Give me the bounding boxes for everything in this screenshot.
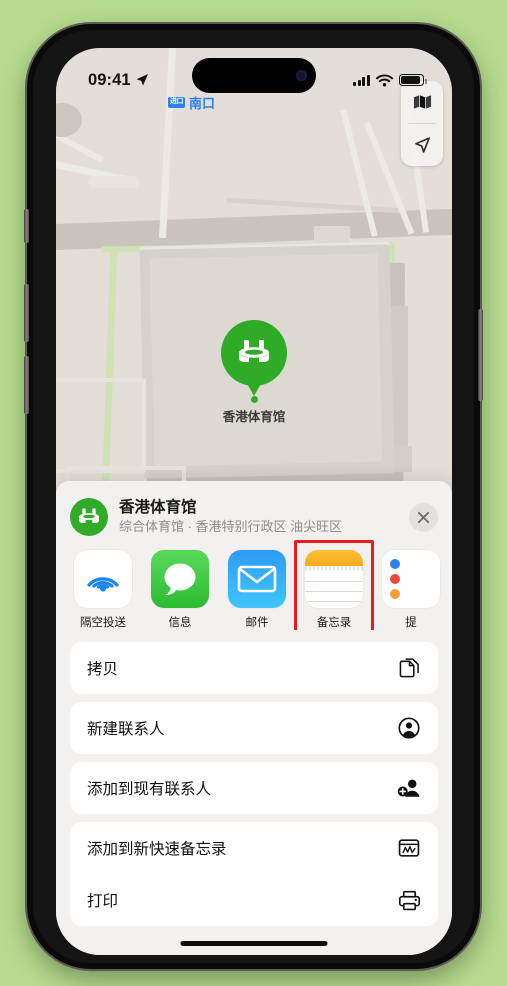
phone-screen: 进口 南口 香港体育馆 09:41 香港体育馆 综合体育馆 · 香港特别行政区 … (56, 48, 452, 955)
map-building-outline (56, 378, 146, 473)
action-button[interactable] (24, 209, 29, 243)
power-button[interactable] (478, 309, 483, 401)
volume-down-button[interactable] (24, 356, 29, 414)
share-app-airdrop[interactable]: 隔空投送 (74, 550, 132, 630)
share-sheet: 香港体育馆 综合体育馆 · 香港特别行政区 油尖旺区 隔空投送 信息 邮件 备忘… (56, 481, 452, 955)
share-sheet-subtitle: 综合体育馆 · 香港特别行政区 油尖旺区 (119, 519, 343, 535)
action-new-contact[interactable]: 新建联系人 (70, 702, 438, 754)
navigation-arrow-icon (414, 136, 430, 153)
copy-icon (397, 656, 421, 680)
printer-icon (397, 888, 421, 912)
notes-icon (305, 550, 363, 608)
mail-icon (228, 550, 286, 608)
stadium-icon (79, 508, 99, 523)
cellular-signal-icon (353, 74, 370, 86)
share-actions-list: 拷贝 新建联系人 添加到现有联系人 添加到新快速备忘录 打印 (56, 630, 452, 926)
action-label: 打印 (87, 893, 119, 910)
share-app-label: 隔空投送 (80, 617, 126, 629)
place-stadium-icon (70, 498, 108, 536)
pin-anchor-dot (250, 396, 258, 403)
map-road (226, 197, 406, 214)
action-label: 添加到现有联系人 (87, 781, 212, 798)
action-add-existing-contact[interactable]: 添加到现有联系人 (70, 762, 438, 814)
airdrop-icon (74, 550, 132, 608)
action-new-quick-note[interactable]: 添加到新快速备忘录 (70, 822, 438, 874)
reminders-icon (382, 550, 440, 608)
share-apps-row[interactable]: 隔空投送 信息 邮件 备忘录 提 (56, 536, 452, 630)
entrance-badge-icon: 进口 (168, 97, 185, 108)
phone-frame: 进口 南口 香港体育馆 09:41 香港体育馆 综合体育馆 · 香港特别行政区 … (24, 24, 483, 969)
pin-label-text: 香港体育馆 (222, 410, 286, 424)
person-circle-icon (397, 716, 421, 740)
messages-icon (151, 550, 209, 608)
person-add-icon (397, 776, 421, 800)
action-group: 添加到新快速备忘录 打印 (70, 822, 438, 926)
action-print[interactable]: 打印 (70, 874, 438, 926)
wifi-icon (376, 73, 393, 86)
volume-up-button[interactable] (24, 284, 29, 342)
action-label: 新建联系人 (87, 721, 165, 738)
action-label: 拷贝 (87, 661, 119, 678)
map-poi-pin[interactable]: 香港体育馆 (221, 320, 287, 424)
quick-note-icon (397, 836, 421, 860)
map-area-shape (56, 103, 82, 137)
action-group: 添加到现有联系人 (70, 762, 438, 814)
action-group: 新建联系人 (70, 702, 438, 754)
map-area-shape (88, 176, 140, 188)
share-app-label: 邮件 (245, 617, 269, 629)
share-sheet-title: 香港体育馆 (119, 499, 197, 517)
airdrop-glyph-icon (87, 577, 119, 592)
status-time: 09:41 (88, 70, 131, 89)
pin-bubble (221, 320, 287, 396)
share-sheet-title-block: 香港体育馆 综合体育馆 · 香港特别行政区 油尖旺区 (119, 498, 403, 536)
close-button[interactable] (409, 502, 438, 532)
share-app-label: 备忘录 (316, 617, 352, 629)
action-copy[interactable]: 拷贝 (70, 642, 438, 694)
action-label: 添加到新快速备忘录 (87, 841, 227, 858)
status-bar-right (353, 73, 427, 87)
dynamic-island (192, 58, 316, 93)
status-bar-left: 09:41 (88, 71, 149, 90)
battery-icon (399, 74, 427, 86)
location-arrow-icon (136, 74, 148, 86)
share-app-notes[interactable]: 备忘录 (294, 540, 374, 630)
share-app-label: 提 (405, 617, 417, 629)
close-icon (417, 511, 430, 523)
action-group: 拷贝 (70, 642, 438, 694)
front-camera-icon (296, 70, 307, 81)
share-app-label: 信息 (168, 617, 192, 629)
home-indicator[interactable] (180, 940, 328, 946)
share-app-mail[interactable]: 邮件 (228, 550, 286, 630)
notes-perforation (305, 566, 363, 571)
share-app-messages[interactable]: 信息 (151, 550, 209, 630)
speech-bubble-icon (164, 563, 196, 596)
share-sheet-header: 香港体育馆 综合体育馆 · 香港特别行政区 油尖旺区 (56, 481, 452, 536)
envelope-icon (237, 565, 277, 593)
share-app-reminders[interactable]: 提 (382, 550, 440, 630)
stadium-icon (239, 340, 269, 362)
user-location-button[interactable] (401, 124, 443, 166)
